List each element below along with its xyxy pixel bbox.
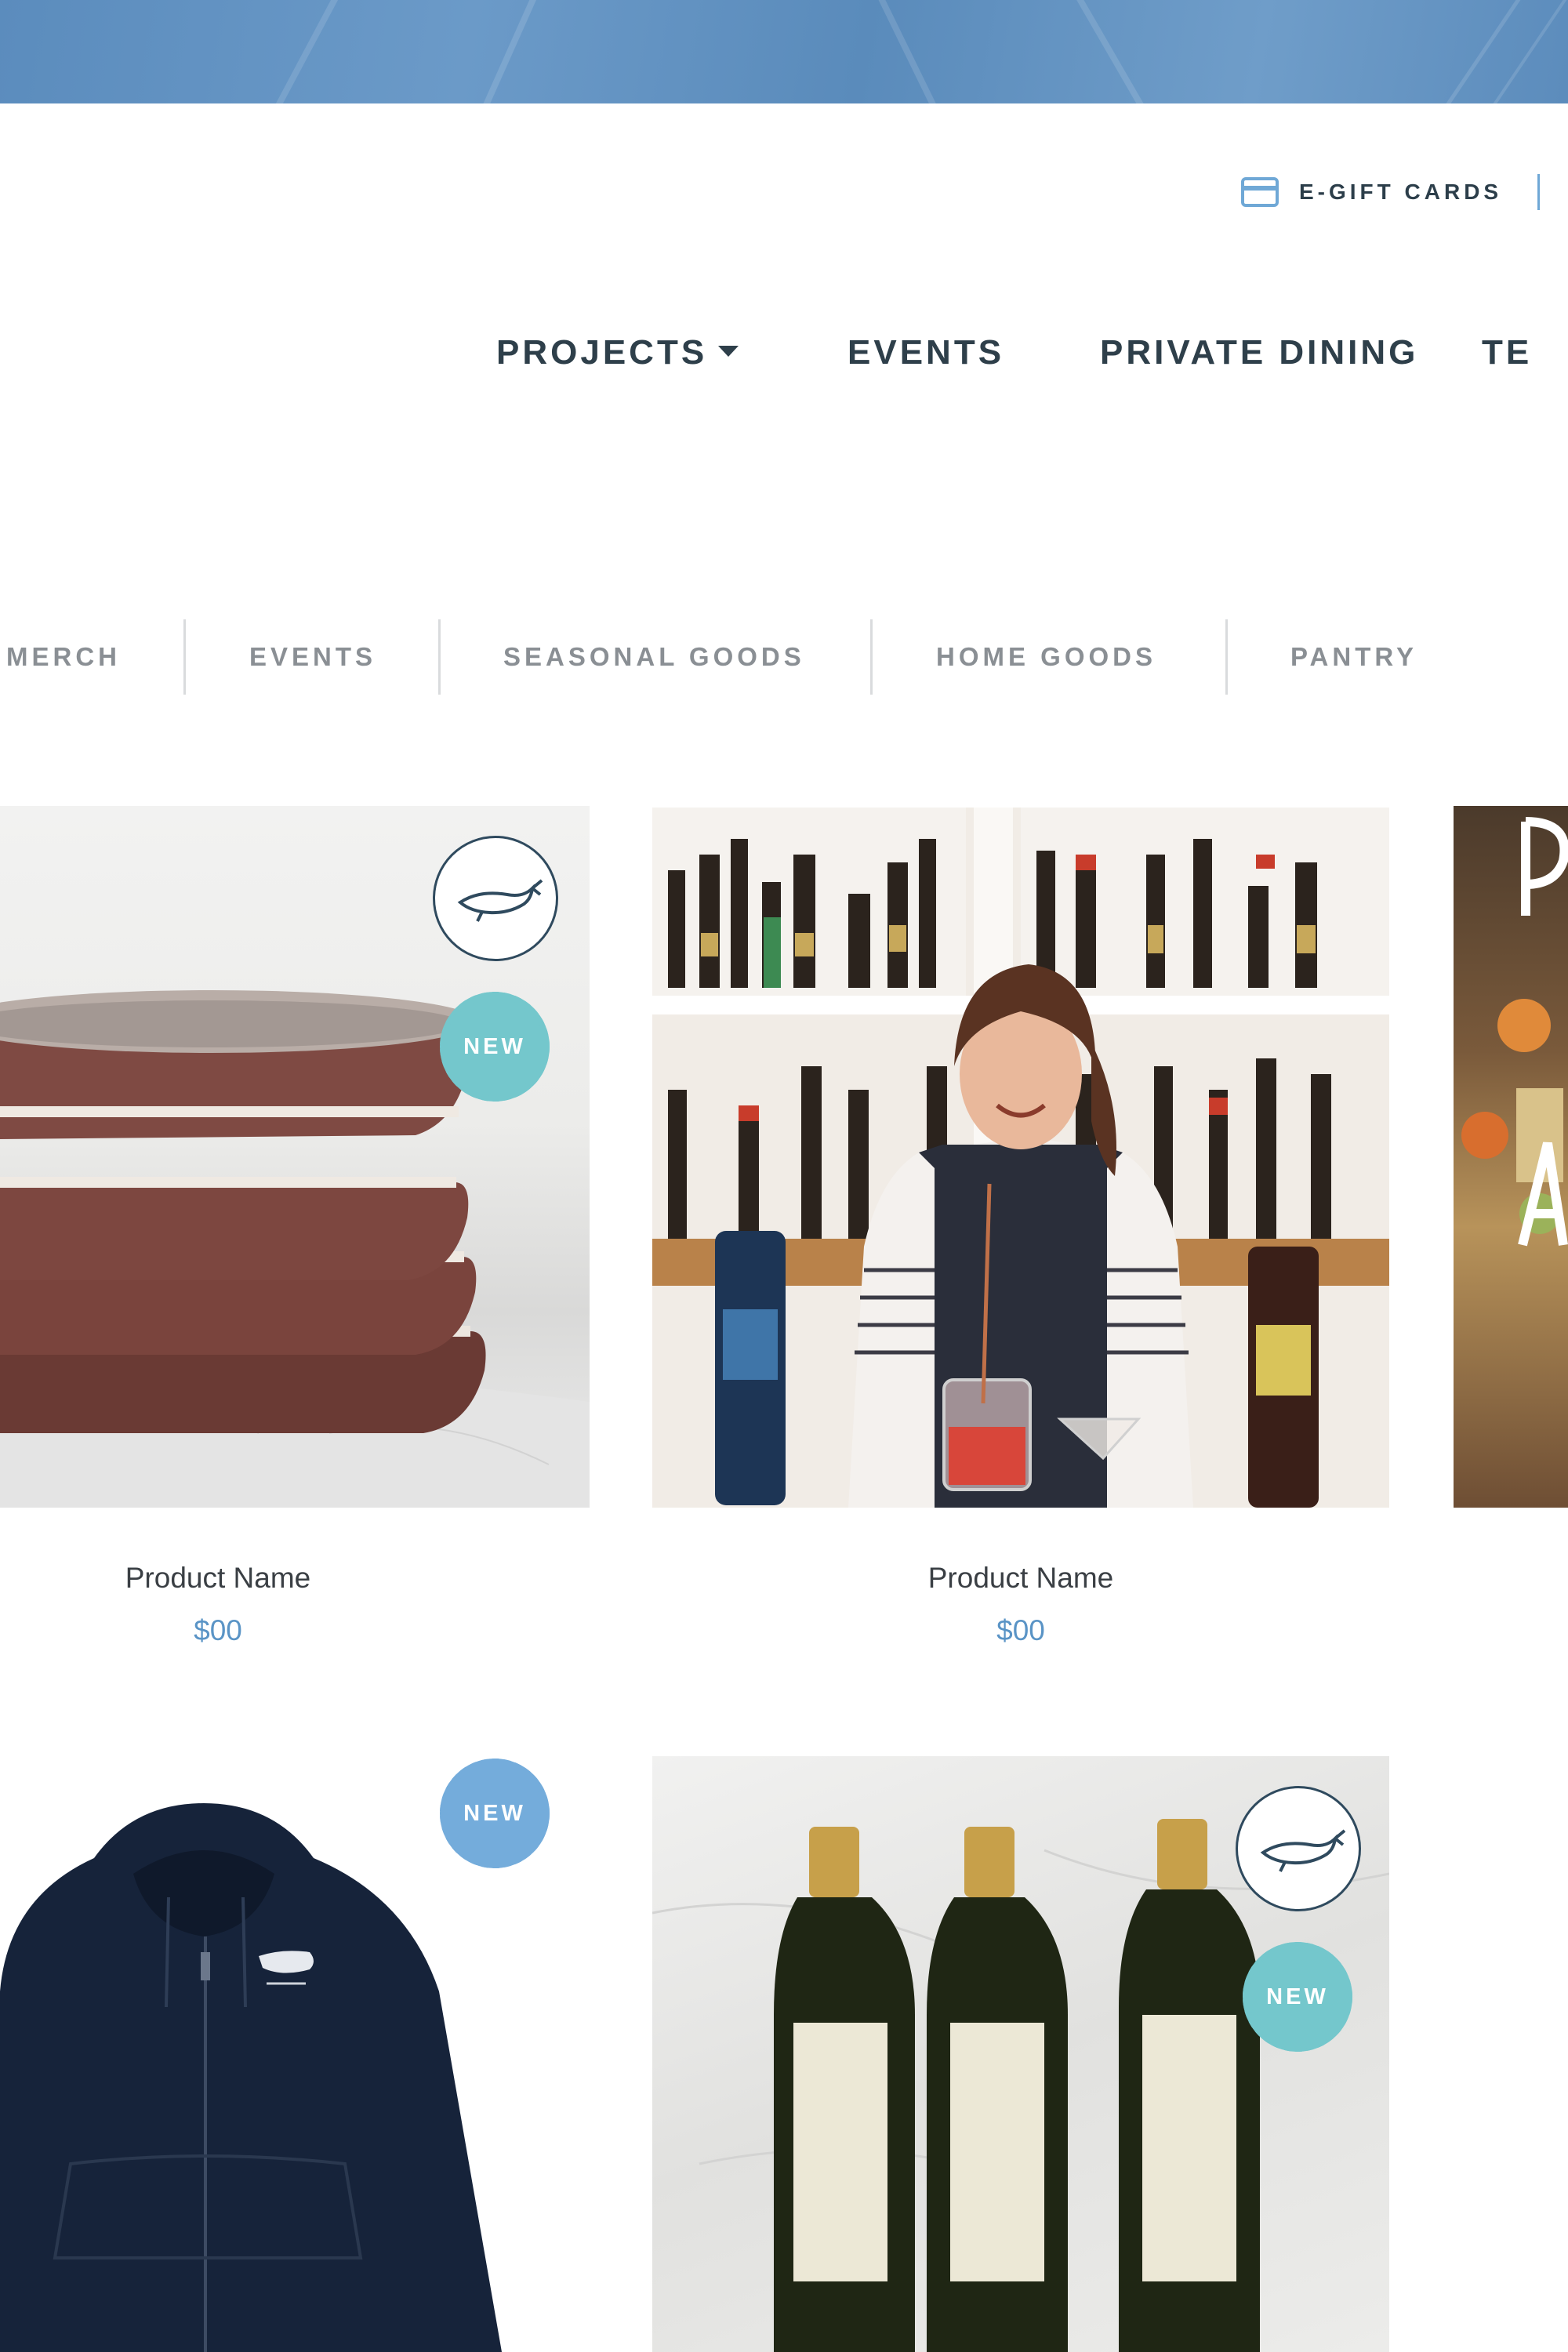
hero-banner-strip: [0, 0, 1568, 103]
e-gift-cards-link[interactable]: E-GIFT CARDS: [1299, 180, 1502, 205]
product-image-hoodie[interactable]: NEW: [0, 1756, 590, 2352]
category-divider: [183, 619, 186, 695]
product-card[interactable]: NEW: [652, 1756, 1389, 2352]
new-badge: NEW: [436, 1756, 554, 1872]
whale-logo-badge: [1236, 1786, 1361, 1911]
product-name[interactable]: Product Name: [0, 1562, 436, 1595]
category-tab-pantry[interactable]: PANTRY: [1290, 619, 1417, 695]
caret-down-icon: [718, 346, 739, 358]
new-badge-label: NEW: [463, 1034, 526, 1059]
category-divider: [1225, 619, 1228, 695]
product-image-bowls[interactable]: NEW: [0, 806, 590, 1508]
nav-item-projects[interactable]: PROJECTS: [496, 329, 739, 376]
nav-item-label: TE: [1482, 333, 1533, 372]
whale-icon: [457, 879, 543, 922]
new-badge: NEW: [436, 988, 554, 1105]
category-tab-events[interactable]: EVENTS: [249, 619, 376, 695]
category-nav: MERCH EVENTS SEASONAL GOODS HOME GOODS P…: [0, 619, 1568, 695]
category-divider: [438, 619, 441, 695]
bartender-illustration: [652, 808, 1389, 1508]
category-tab-seasonal-goods[interactable]: SEASONAL GOODS: [503, 619, 805, 695]
nav-item-events[interactable]: EVENTS: [848, 329, 1004, 376]
category-divider: [870, 619, 873, 695]
whale-logo-badge: [433, 836, 558, 961]
product-image-pasta[interactable]: [1454, 806, 1568, 1508]
whale-icon: [1260, 1829, 1346, 1872]
category-tab-merch[interactable]: MERCH: [6, 619, 121, 695]
new-badge-label: NEW: [1266, 1984, 1329, 2009]
nav-item-truncated[interactable]: TE: [1482, 329, 1532, 376]
product-image-olive-oil[interactable]: NEW: [652, 1756, 1389, 2352]
product-card[interactable]: NEW Product Name $00: [0, 806, 590, 1668]
nav-item-label: PROJECTS: [496, 333, 708, 372]
product-price: $00: [996, 1614, 1045, 1646]
product-image-bartender[interactable]: [652, 808, 1389, 1508]
product-price: $00: [194, 1614, 242, 1646]
nav-item-label: PRIVATE DINING: [1100, 333, 1419, 372]
product-card[interactable]: [1454, 806, 1568, 1508]
main-nav: PROJECTS EVENTS PRIVATE DINING TE: [0, 329, 1568, 376]
nav-item-private-dining[interactable]: PRIVATE DINING: [1100, 329, 1418, 376]
credit-card-icon: [1241, 177, 1279, 207]
new-badge: NEW: [1239, 1938, 1356, 2056]
nav-item-label: EVENTS: [848, 333, 1005, 372]
pasta-illustration: [1461, 817, 1568, 1247]
category-tab-home-goods[interactable]: HOME GOODS: [936, 619, 1156, 695]
utility-bar: E-GIFT CARDS: [1241, 174, 1540, 210]
product-name[interactable]: Product Name: [652, 1562, 1389, 1595]
product-card[interactable]: NEW: [0, 1756, 590, 2352]
new-badge-label: NEW: [463, 1801, 526, 1826]
utility-divider: [1537, 174, 1540, 210]
product-card[interactable]: Product Name $00: [652, 808, 1389, 1670]
